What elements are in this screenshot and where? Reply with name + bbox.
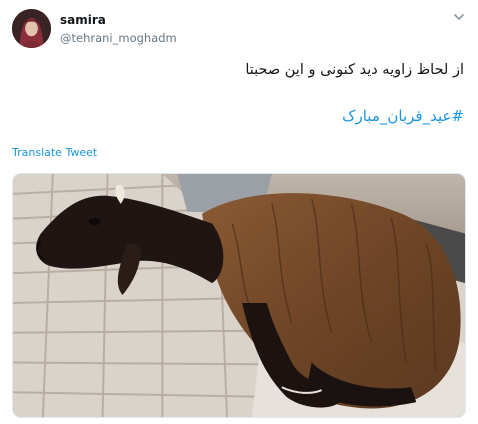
hashtag-link[interactable]: #عید_قربان_مبارک	[342, 107, 464, 125]
sheep-photo	[13, 174, 465, 417]
author-name[interactable]: samira	[60, 13, 106, 27]
avatar-image	[12, 9, 51, 48]
translate-tweet-link[interactable]: Translate Tweet	[12, 146, 97, 159]
tweet-text: از لحاظ زاویه دید کنونی و این صحبتا	[245, 62, 464, 78]
tweet-card: samira @tehrani_moghadm از لحاظ زاویه دی…	[0, 0, 478, 424]
avatar[interactable]	[12, 9, 51, 48]
tweet-media-photo[interactable]	[12, 173, 466, 418]
chevron-down-icon	[454, 14, 464, 20]
author-handle[interactable]: @tehrani_moghadm	[60, 31, 177, 45]
tweet-menu-button[interactable]	[452, 10, 466, 24]
